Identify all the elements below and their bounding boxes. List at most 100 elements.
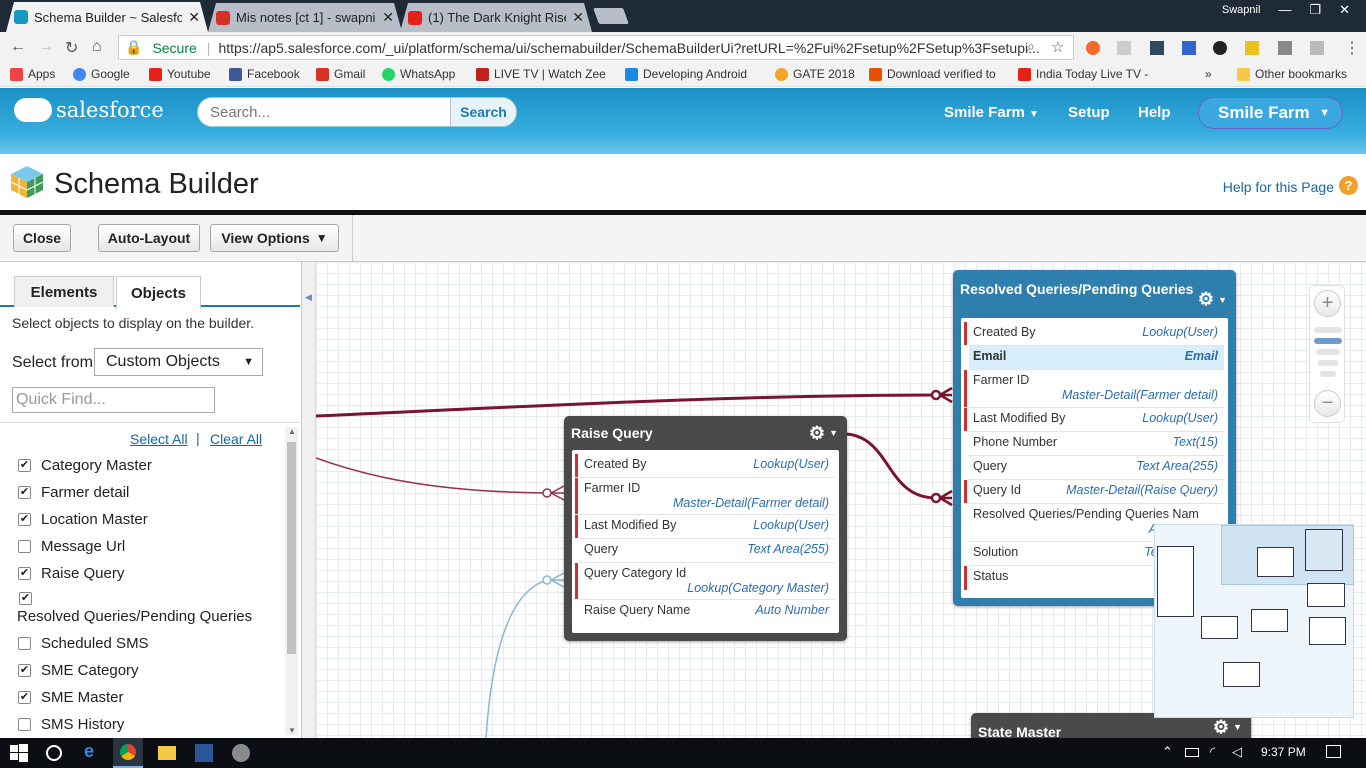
bookmark-gmail[interactable]: Gmail (316, 67, 365, 81)
tray-chevron-up-icon[interactable]: ⌃ (1162, 744, 1173, 760)
file-explorer-icon[interactable] (158, 746, 176, 760)
browser-tab-schema-builder[interactable]: Schema Builder ~ Salesfo ✕ (6, 2, 208, 32)
extension-icon[interactable] (1278, 41, 1292, 55)
view-options-button[interactable]: View Options ▼ (210, 224, 339, 252)
new-tab-button[interactable] (593, 8, 629, 24)
bookmark-whatsapp[interactable]: WhatsApp (382, 67, 455, 81)
zoom-level-tick[interactable] (1314, 327, 1342, 333)
bookmark-facebook[interactable]: Facebook (229, 67, 300, 81)
zoom-out-button[interactable]: − (1314, 390, 1341, 417)
close-tab-icon[interactable]: ✕ (188, 9, 200, 26)
bookmarks-overflow[interactable]: » (1205, 67, 1212, 81)
select-all-link[interactable]: Select All (130, 431, 188, 447)
edge-icon[interactable]: e (84, 741, 102, 761)
object-item-sme-category[interactable]: ✔ SME Category (18, 662, 139, 679)
clear-all-link[interactable]: Clear All (210, 431, 262, 447)
auto-layout-button[interactable]: Auto-Layout (98, 224, 200, 252)
close-window-icon[interactable]: ✕ (1339, 0, 1350, 18)
zoom-level-tick[interactable] (1318, 360, 1338, 366)
extension-icon[interactable] (1150, 41, 1164, 55)
object-item-scheduled-sms[interactable]: Scheduled SMS (18, 635, 149, 652)
field-row[interactable]: Created By Lookup(User) (575, 454, 835, 478)
notifications-icon[interactable] (1326, 745, 1341, 758)
field-row[interactable]: Farmer ID Master-Detail(Farmer detail) (575, 478, 835, 515)
checkbox[interactable] (18, 718, 31, 731)
browser-tab-gmail[interactable]: Mis notes [ct 1] - swapnil ✕ (208, 3, 402, 32)
field-row[interactable]: Created By Lookup(User) (964, 322, 1224, 346)
profile-name[interactable]: Swapnil (1222, 0, 1261, 18)
object-item-message-url[interactable]: Message Url (18, 538, 125, 555)
bookmark-live-tv[interactable]: LIVE TV | Watch Zee (476, 67, 606, 81)
search-button[interactable]: Search (450, 98, 516, 126)
bookmark-apps[interactable]: Apps (10, 67, 55, 81)
checkbox[interactable]: ✔ (18, 691, 31, 704)
chrome-taskbar-item[interactable] (113, 738, 143, 768)
extension-icon[interactable] (1245, 41, 1259, 55)
scrollbar-thumb[interactable] (287, 442, 296, 654)
close-button[interactable]: Close (13, 224, 71, 252)
minimize-icon[interactable]: — (1278, 0, 1291, 18)
zoom-level-current[interactable] (1314, 338, 1342, 344)
field-row[interactable]: Query Text Area(255) (580, 539, 835, 563)
word-icon[interactable] (195, 744, 213, 762)
volume-icon[interactable]: ◁ (1232, 744, 1242, 760)
extension-icon[interactable] (1213, 41, 1227, 55)
app-menu-button[interactable]: Smile Farm ▼ (1198, 97, 1343, 129)
checkbox[interactable]: ✔ (18, 567, 31, 580)
checkbox[interactable]: ✔ (18, 664, 31, 677)
bookmark-gate[interactable]: GATE 2018 (775, 67, 855, 81)
object-type-select[interactable]: Custom Objects ▼ (94, 348, 263, 376)
bookmark-developing-android[interactable]: Developing Android (625, 67, 747, 81)
bookmark-youtube[interactable]: Youtube (149, 67, 211, 81)
object-item-category-master[interactable]: ✔ Category Master (18, 457, 152, 474)
wifi-icon[interactable]: ◜ (1210, 744, 1215, 760)
zoom-level-tick[interactable] (1316, 349, 1340, 355)
help-icon[interactable]: ? (1339, 176, 1358, 195)
extension-icon[interactable] (1182, 41, 1196, 55)
minimap[interactable] (1154, 524, 1354, 718)
forward-icon[interactable]: → (38, 38, 54, 56)
org-menu[interactable]: Smile Farm ▼ (944, 104, 1039, 121)
help-for-page-link[interactable]: Help for this Page (1223, 179, 1334, 195)
field-row[interactable]: Raise Query Name Auto Number (580, 600, 835, 624)
checkbox[interactable]: ✔ (18, 486, 31, 499)
quick-find-input[interactable]: Quick Find... (12, 387, 215, 413)
field-row[interactable]: Query Id Master-Detail(Raise Query) (964, 480, 1224, 504)
object-item-location-master[interactable]: ✔ Location Master (18, 511, 148, 528)
gear-icon[interactable]: ⚙ (809, 423, 825, 444)
tab-elements[interactable]: Elements (14, 276, 114, 307)
zoom-in-button[interactable]: + (1314, 290, 1341, 317)
gear-icon[interactable]: ⚙ (1198, 289, 1214, 310)
extension-icon[interactable] (1310, 41, 1324, 55)
object-item-sme-master[interactable]: ✔ SME Master (18, 689, 124, 706)
home-icon[interactable]: ⌂ (92, 38, 102, 56)
field-row[interactable]: Last Modified By Lookup(User) (575, 515, 835, 539)
app-icon[interactable] (232, 744, 250, 762)
zoom-search-icon[interactable]: ⌕ (1027, 38, 1035, 55)
extension-icon[interactable] (1086, 41, 1100, 55)
checkbox[interactable]: ✔ (19, 592, 32, 605)
collapse-panel-handle[interactable]: ◀ (302, 262, 316, 738)
system-clock[interactable]: 9:37 PM (1261, 745, 1306, 759)
chrome-menu-icon[interactable]: ⋮ (1344, 38, 1360, 58)
object-item-farmer-detail[interactable]: ✔ Farmer detail (18, 484, 129, 501)
field-row[interactable]: Query Category Id Lookup(Category Master) (575, 563, 835, 600)
cortana-icon[interactable] (46, 745, 62, 761)
checkbox[interactable] (18, 540, 31, 553)
setup-link[interactable]: Setup (1068, 104, 1110, 121)
close-tab-icon[interactable]: ✕ (382, 9, 394, 26)
salesforce-logo[interactable]: salesforce (14, 98, 164, 122)
windows-start-icon[interactable] (10, 744, 28, 762)
scroll-down-icon[interactable]: ▼ (288, 726, 296, 735)
zoom-level-tick[interactable] (1320, 371, 1336, 377)
field-row-selected[interactable]: Email Email (969, 346, 1224, 370)
checkbox[interactable]: ✔ (18, 459, 31, 472)
maximize-icon[interactable]: ❐ (1309, 0, 1321, 18)
tab-objects[interactable]: Objects (116, 276, 201, 309)
address-bar[interactable]: 🔒 Secure | https://ap5.salesforce.com/_u… (118, 35, 1074, 60)
other-bookmarks[interactable]: Other bookmarks (1237, 67, 1347, 81)
checkbox[interactable] (18, 637, 31, 650)
field-row[interactable]: Query Text Area(255) (969, 456, 1224, 480)
back-icon[interactable]: ← (10, 38, 26, 56)
panel-scrollbar[interactable]: ▲ ▼ (285, 427, 298, 735)
